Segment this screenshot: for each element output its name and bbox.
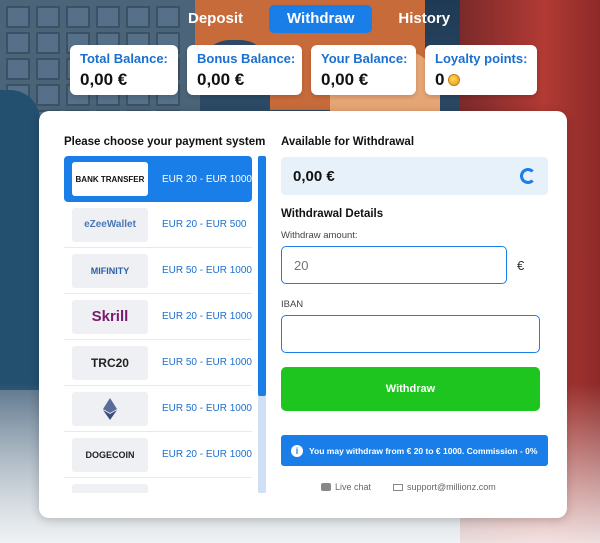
available-title: Available for Withdrawal <box>281 136 415 148</box>
payment-method-more[interactable] <box>64 478 252 493</box>
payment-range: EUR 20 - EUR 500 <box>162 219 247 230</box>
withdraw-button[interactable]: Withdraw <box>281 367 540 411</box>
payment-range: EUR 50 - EUR 1000 <box>161 265 252 276</box>
tab-deposit[interactable]: Deposit <box>170 5 261 33</box>
payment-logo <box>72 483 148 493</box>
ethereum-icon <box>72 391 148 426</box>
refresh-icon[interactable] <box>520 168 536 184</box>
payment-method-trc20[interactable]: TRC20 EUR 50 - EUR 1000 <box>64 340 252 386</box>
support-email-link[interactable]: support@millionz.com <box>393 482 496 492</box>
trc20-logo: TRC20 <box>72 345 148 380</box>
info-icon: i <box>291 444 303 457</box>
mifinity-logo: MIFINITY <box>72 253 148 288</box>
tab-history[interactable]: History <box>380 5 468 33</box>
loyalty-points-card: Loyalty points: 0 <box>425 45 537 95</box>
live-chat-label: Live chat <box>335 482 372 492</box>
withdraw-amount-label: Withdraw amount: <box>281 230 358 241</box>
iban-label: IBAN <box>281 299 304 310</box>
withdraw-amount-input[interactable] <box>281 246 507 284</box>
withdraw-info-box: i You may withdraw from € 20 to € 1000. … <box>281 435 548 466</box>
mail-icon <box>393 483 404 491</box>
dogecoin-logo: DOGECOIN <box>72 437 148 472</box>
tab-bar: Deposit Withdraw History <box>170 5 468 33</box>
tab-withdraw[interactable]: Withdraw <box>269 5 373 33</box>
bonus-balance-card: Bonus Balance: 0,00 € <box>187 45 302 95</box>
currency-symbol: € <box>517 258 525 273</box>
bonus-balance-label: Bonus Balance: <box>197 51 296 66</box>
payment-method-dogecoin[interactable]: DOGECOIN EUR 20 - EUR 1000 <box>64 432 252 478</box>
skrill-logo: Skrill <box>72 299 148 334</box>
withdrawal-details-title: Withdrawal Details <box>281 208 384 220</box>
payment-range: EUR 20 - EUR 1000 <box>161 311 252 322</box>
your-balance-card: Your Balance: 0,00 € <box>311 45 416 95</box>
payment-range: EUR 20 - EUR 1000 <box>161 449 252 460</box>
payment-method-ezeewallet[interactable]: eZeeWallet EUR 20 - EUR 500 <box>64 202 252 248</box>
loyalty-points-value: 0 <box>435 70 527 90</box>
loyalty-points-label: Loyalty points: <box>435 51 528 66</box>
available-amount-box: 0,00 € <box>281 157 548 195</box>
payment-range: EUR 50 - EUR 1000 <box>161 403 252 414</box>
your-balance-value: 0,00 € <box>321 70 369 89</box>
chat-icon <box>321 483 331 491</box>
loyalty-points-number: 0 <box>435 70 445 89</box>
payment-method-list[interactable]: BANK TRANSFER EUR 20 - EUR 1000 eZeeWall… <box>64 156 252 493</box>
payment-range: EUR 50 - EUR 1000 <box>161 357 252 368</box>
payment-range: EUR 20 - EUR 1000 <box>161 173 252 185</box>
payment-method-ethereum[interactable]: EUR 50 - EUR 1000 <box>64 386 252 432</box>
withdraw-info-text: You may withdraw from € 20 to € 1000. Co… <box>309 445 538 456</box>
available-amount: 0,00 € <box>293 167 335 185</box>
total-balance-label: Total Balance: <box>80 51 168 66</box>
payment-method-skrill[interactable]: Skrill EUR 20 - EUR 1000 <box>64 294 252 340</box>
coin-icon <box>448 74 461 86</box>
payment-method-bank-transfer[interactable]: BANK TRANSFER EUR 20 - EUR 1000 <box>64 156 252 202</box>
support-footer: Live chat support@millionz.com <box>321 482 496 492</box>
total-balance-card: Total Balance: 0,00 € <box>70 45 178 95</box>
your-balance-label: Your Balance: <box>321 51 408 66</box>
payment-method-mifinity[interactable]: MIFINITY EUR 50 - EUR 1000 <box>64 248 252 294</box>
scrollbar-thumb[interactable] <box>258 156 266 396</box>
payment-list-scrollbar[interactable] <box>258 156 266 493</box>
total-balance-value: 0,00 € <box>80 70 128 89</box>
bonus-balance-value: 0,00 € <box>197 70 245 89</box>
live-chat-link[interactable]: Live chat <box>321 482 371 492</box>
bank-transfer-logo: BANK TRANSFER <box>72 162 148 196</box>
payment-system-title: Please choose your payment system <box>64 136 266 148</box>
iban-input[interactable] <box>281 315 540 353</box>
withdraw-panel: Please choose your payment system BANK T… <box>39 111 567 518</box>
ezeewallet-logo: eZeeWallet <box>72 207 148 242</box>
balance-cards: Total Balance: 0,00 € Bonus Balance: 0,0… <box>70 45 537 95</box>
support-email-label: support@millionz.com <box>407 482 496 492</box>
